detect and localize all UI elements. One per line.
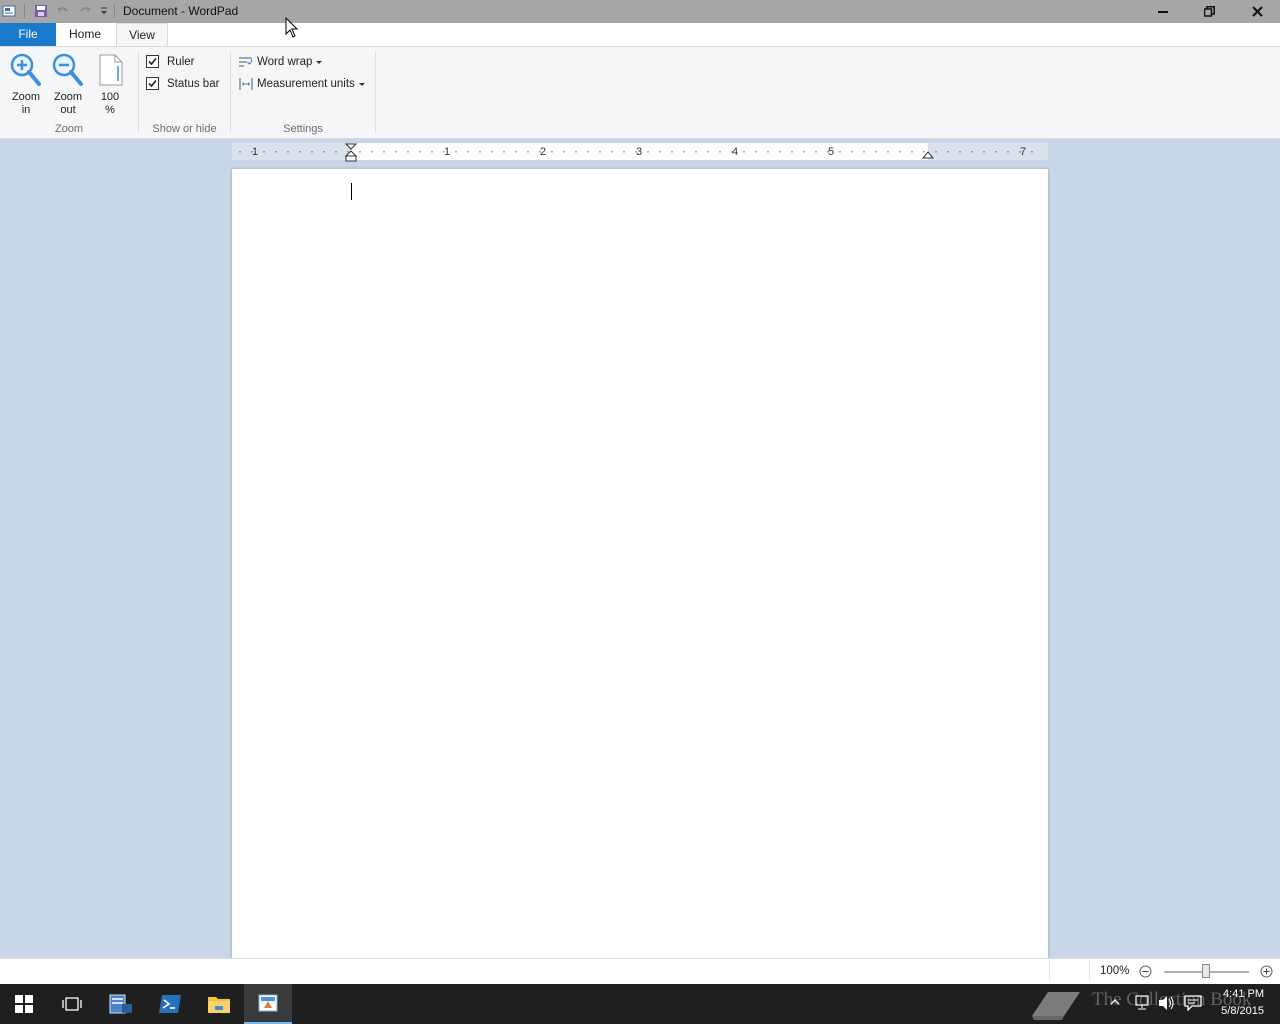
- taskbar: The Collection Book 4:41 PM 5/8/2015: [0, 984, 1280, 1024]
- minimize-button[interactable]: [1140, 0, 1186, 22]
- zoom-group-label: Zoom: [54, 123, 84, 135]
- status-bar-label: Status bar: [167, 77, 220, 90]
- word-wrap-label: Word wrap: [257, 56, 313, 68]
- zoom-100-button[interactable]: 100 %: [90, 51, 130, 119]
- network-icon: [1135, 995, 1149, 1010]
- ribbon-tab-bar: File Home View ?: [0, 23, 1280, 65]
- status-divider: [1049, 961, 1050, 981]
- group-separator: [138, 51, 139, 133]
- word-wrap-dropdown[interactable]: Word wrap: [238, 55, 323, 69]
- tab-home[interactable]: Home: [58, 23, 112, 46]
- zoom-out-label-2: out: [60, 104, 76, 116]
- task-view-button[interactable]: [48, 984, 96, 1024]
- windows-logo-icon: [15, 995, 33, 1013]
- status-bar-checkbox[interactable]: Status bar: [146, 77, 219, 90]
- zoom-slider-thumb[interactable]: [1202, 964, 1210, 978]
- speaker-icon: [1159, 996, 1174, 1010]
- window-title: Document - WordPad: [123, 4, 239, 18]
- close-icon: [1251, 5, 1263, 17]
- group-separator: [375, 51, 376, 133]
- text-caret: [351, 183, 352, 200]
- tab-view[interactable]: View: [116, 23, 168, 47]
- ruler-check-icon[interactable]: [146, 55, 159, 68]
- ruler-number: 4: [732, 146, 738, 158]
- title-bar: Document - WordPad: [0, 0, 1280, 23]
- zoom-100-label-1: 100: [100, 91, 120, 103]
- wordpad-icon: [258, 994, 278, 1012]
- document-page[interactable]: [232, 169, 1048, 958]
- folder-icon: [208, 997, 230, 1013]
- tab-file[interactable]: File: [0, 23, 56, 46]
- chevron-down-icon: [358, 82, 365, 86]
- ruler-number: 2: [540, 146, 546, 158]
- network-tray-button[interactable]: [1134, 995, 1152, 1014]
- redo-icon[interactable]: [77, 3, 93, 19]
- save-icon[interactable]: [33, 3, 49, 19]
- ruler-number: 3: [636, 146, 642, 158]
- ruler-label: Ruler: [167, 55, 195, 68]
- wordpad-taskbar-button[interactable]: [244, 984, 292, 1024]
- restore-icon: [1203, 5, 1215, 17]
- ruler[interactable]: 1 1 2 3 4 5 7: [232, 143, 1048, 163]
- ruler-checkbox[interactable]: Ruler: [146, 55, 194, 68]
- server-manager-button[interactable]: [97, 984, 145, 1024]
- clock-time[interactable]: 4:41 PM: [1210, 988, 1264, 1000]
- chevron-up-icon: [1110, 999, 1120, 1005]
- action-center-button[interactable]: [1184, 995, 1202, 1014]
- zoom-out-statusbar-button[interactable]: [1139, 965, 1152, 981]
- zoom-in-icon: [10, 53, 41, 86]
- title-divider: [114, 4, 115, 18]
- volume-tray-button[interactable]: [1158, 995, 1176, 1014]
- ribbon-panel: Zoom in Zoom out 100 % Zoom Ruler Status…: [0, 46, 1280, 139]
- powershell-button[interactable]: [146, 984, 194, 1024]
- right-indent-marker-icon[interactable]: [922, 151, 934, 159]
- settings-group-label: Settings: [283, 123, 323, 135]
- undo-icon[interactable]: [55, 3, 71, 19]
- restore-button[interactable]: [1186, 0, 1232, 22]
- plus-circle-icon: [1260, 965, 1273, 978]
- measurement-units-label: Measurement units: [257, 78, 355, 90]
- zoom-percentage: 100%: [1100, 965, 1130, 977]
- zoom-in-statusbar-button[interactable]: [1260, 965, 1273, 981]
- page-100-icon: [99, 54, 123, 86]
- clock-date[interactable]: 5/8/2015: [1210, 1005, 1264, 1017]
- qa-divider: [24, 4, 25, 18]
- powershell-icon: [159, 995, 181, 1013]
- word-wrap-icon: [239, 57, 253, 67]
- zoom-out-label-1: Zoom: [53, 91, 83, 103]
- status-bar: 100%: [0, 958, 1280, 984]
- ruler-number: 5: [828, 146, 834, 158]
- group-separator: [230, 51, 231, 133]
- server-manager-icon: [109, 994, 132, 1014]
- zoom-out-button[interactable]: Zoom out: [48, 51, 88, 119]
- zoom-out-icon: [52, 53, 83, 86]
- status-divider: [1089, 961, 1090, 981]
- zoom-100-label-2: %: [105, 104, 115, 116]
- zoom-in-label-2: in: [21, 104, 31, 116]
- notification-icon: [1184, 995, 1202, 1012]
- measurement-units-dropdown[interactable]: Measurement units: [238, 77, 365, 91]
- ruler-number: 1: [444, 146, 450, 158]
- ruler-number: 7: [1020, 146, 1026, 158]
- minus-circle-icon: [1139, 965, 1152, 978]
- minimize-icon: [1158, 11, 1168, 13]
- wordpad-app-icon[interactable]: [1, 3, 17, 19]
- zoom-in-label-1: Zoom: [11, 91, 41, 103]
- indent-marker-icon[interactable]: [345, 143, 357, 163]
- show-hide-group-label: Show or hide: [152, 123, 217, 135]
- measurement-units-icon: [239, 78, 253, 90]
- close-button[interactable]: [1234, 0, 1280, 22]
- customize-quick-access-icon[interactable]: [96, 3, 112, 19]
- status-bar-check-icon[interactable]: [146, 77, 159, 90]
- chevron-down-icon: [316, 60, 323, 64]
- zoom-in-button[interactable]: Zoom in: [6, 51, 46, 119]
- ruler-number: 1: [252, 146, 258, 158]
- task-view-icon: [62, 997, 82, 1011]
- show-hidden-icons-button[interactable]: [1110, 996, 1120, 1010]
- mouse-pointer-icon: [285, 17, 299, 38]
- file-explorer-button[interactable]: [195, 984, 243, 1024]
- watermark-book-icon: [1032, 992, 1080, 1020]
- start-button[interactable]: [0, 984, 48, 1024]
